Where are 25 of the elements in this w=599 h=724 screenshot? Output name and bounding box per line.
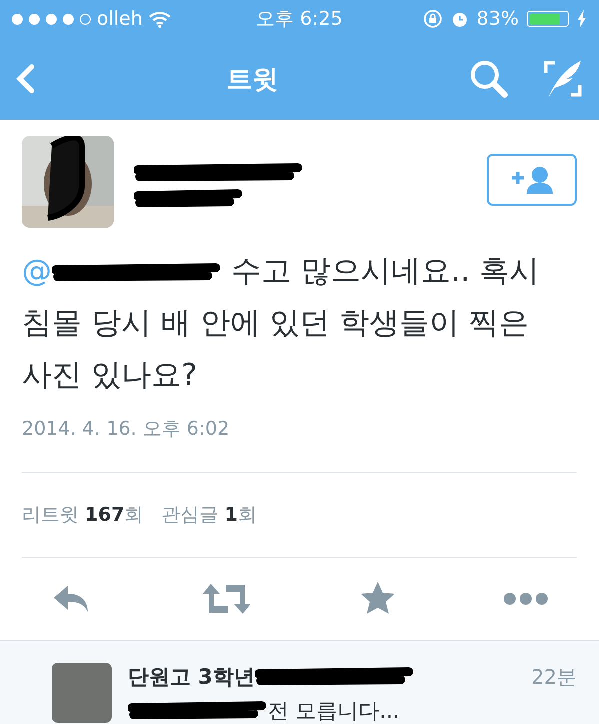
star-icon[interactable] <box>360 581 396 617</box>
alarm-icon <box>450 10 469 28</box>
back-icon[interactable] <box>16 64 36 94</box>
follow-button[interactable] <box>487 154 577 206</box>
stat-count[interactable]: 관심글 1회 <box>162 502 257 528</box>
nav-title: 트윗 <box>226 64 280 96</box>
tweet-text: @ 수고 많으시네요.. 혹시 침몰 당시 배 안에 있던 학생들이 찍은 사진 있나요? <box>22 253 541 395</box>
stat-count[interactable]: 리트윗 167회 <box>22 502 144 528</box>
more-icon[interactable] <box>503 592 549 606</box>
retweet-icon[interactable] <box>201 582 253 616</box>
reply-text: 전 모릅니다... <box>268 698 400 724</box>
battery-percent: 83% <box>476 8 519 30</box>
wifi-icon <box>148 10 171 28</box>
tweet-date: 2014. 4. 16. 오후 6:02 <box>22 417 231 442</box>
search-icon[interactable] <box>469 59 509 99</box>
clock-time: 오후 6:25 <box>256 7 343 32</box>
carrier-name: olleh <box>97 8 143 30</box>
rotation-lock-icon <box>422 9 443 29</box>
charging-icon <box>577 10 587 28</box>
reply-avatar <box>52 663 112 723</box>
reply-time: 22분 <box>532 664 577 690</box>
battery-icon <box>527 11 569 27</box>
compose-icon[interactable] <box>543 59 583 99</box>
add-user-icon <box>510 166 554 194</box>
reply-author: 단원고 3학년 <box>128 664 255 691</box>
